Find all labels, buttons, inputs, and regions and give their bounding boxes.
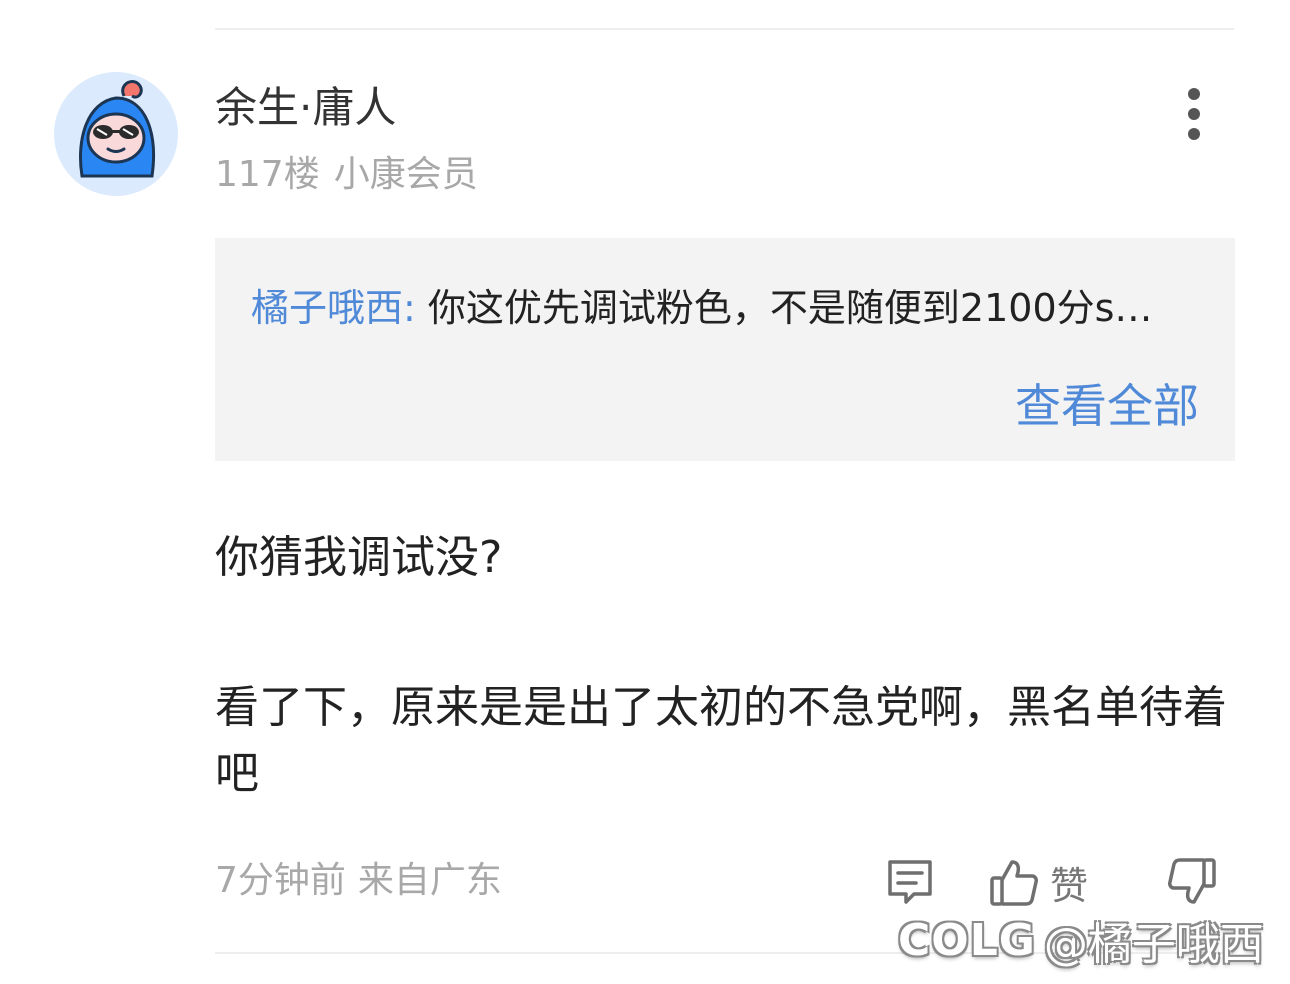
- comment-location: 来自广东: [357, 860, 502, 901]
- dislike-button[interactable]: [1166, 853, 1218, 911]
- comment-content: 你猜我调试没? 看了下，原来是是出了太初的不急党啊，黑名单待着吧: [215, 525, 1235, 807]
- watermark-logo: COLG: [898, 914, 1036, 966]
- comment-footer-info: 7分钟前 来自广东: [215, 856, 502, 906]
- avatar[interactable]: [54, 72, 178, 196]
- watermark: COLG @橘子哦西: [898, 908, 1264, 972]
- quote-text: 你这优先调试粉色，不是随便到2100分s…: [427, 286, 1153, 330]
- thumbs-down-icon: [1168, 858, 1216, 904]
- like-button[interactable]: 赞: [988, 853, 1088, 911]
- comment-icon: [888, 860, 932, 904]
- more-vertical-icon: [1188, 88, 1200, 100]
- more-options-button[interactable]: [1172, 84, 1216, 144]
- comment-meta: 117楼 小康会员: [215, 150, 478, 200]
- avatar-image: [54, 72, 178, 196]
- like-label: 赞: [1050, 863, 1089, 908]
- view-all-link[interactable]: 查看全部: [1015, 378, 1199, 434]
- comment-time: 7分钟前: [215, 860, 346, 901]
- username[interactable]: 余生·庸人: [215, 80, 396, 136]
- comment-paragraph: 看了下，原来是是出了太初的不急党啊，黑名单待着吧: [215, 682, 1227, 799]
- quoted-reply[interactable]: 橘子哦西: 你这优先调试粉色，不是随便到2100分s… 查看全部: [215, 238, 1235, 461]
- thumbs-up-icon: [990, 860, 1038, 906]
- reply-button[interactable]: [884, 853, 936, 911]
- member-level: 小康会员: [333, 154, 478, 195]
- top-divider: [215, 28, 1234, 30]
- floor-number: 117楼: [215, 154, 320, 195]
- comment-paragraph: 你猜我调试没?: [215, 532, 503, 583]
- quote-line: 橘子哦西: 你这优先调试粉色，不是随便到2100分s…: [251, 282, 1152, 334]
- watermark-text: @橘子哦西: [1043, 919, 1264, 970]
- quote-author[interactable]: 橘子哦西:: [251, 286, 416, 330]
